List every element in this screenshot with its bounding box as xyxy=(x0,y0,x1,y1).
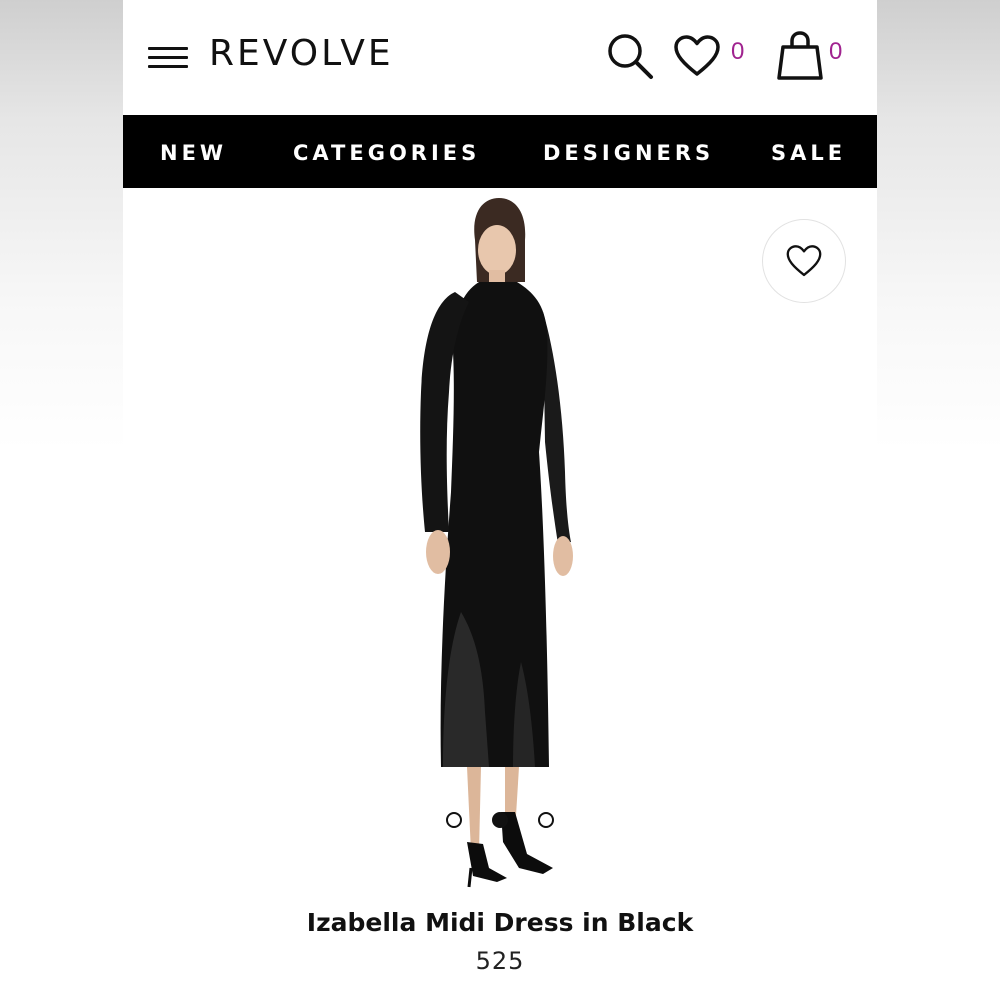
product-name[interactable]: Izabella Midi Dress in Black xyxy=(123,908,877,937)
heart-icon xyxy=(786,245,822,277)
shopping-bag-icon[interactable] xyxy=(777,30,823,82)
product-price: 525 xyxy=(475,947,525,975)
bag-count: 0 xyxy=(829,38,843,65)
carousel-dot-active[interactable] xyxy=(492,812,508,828)
search-icon[interactable] xyxy=(606,32,654,80)
hamburger-menu-icon[interactable] xyxy=(148,45,188,71)
brand-logo[interactable]: REVOLVE xyxy=(209,33,394,74)
nav-item-new[interactable]: NEW xyxy=(160,141,227,165)
favorite-button[interactable] xyxy=(762,219,846,303)
carousel-dot[interactable] xyxy=(446,812,462,828)
wishlist-count: 0 xyxy=(731,38,745,65)
nav-item-categories[interactable]: CATEGORIES xyxy=(293,141,480,165)
header: REVOLVE 0 0 xyxy=(123,0,877,115)
nav-item-sale[interactable]: SALE xyxy=(771,141,846,165)
wishlist-heart-icon[interactable] xyxy=(673,34,721,78)
product-image[interactable] xyxy=(393,192,593,892)
category-nav: NEW CATEGORIES DESIGNERS SALE xyxy=(123,115,877,188)
carousel-dot[interactable] xyxy=(538,812,554,828)
nav-item-designers[interactable]: DESIGNERS xyxy=(543,141,714,165)
image-carousel-dots xyxy=(446,812,556,830)
app-screen: REVOLVE 0 0 NEW CATEGORIES DESIGNERS SAL… xyxy=(123,0,877,1000)
